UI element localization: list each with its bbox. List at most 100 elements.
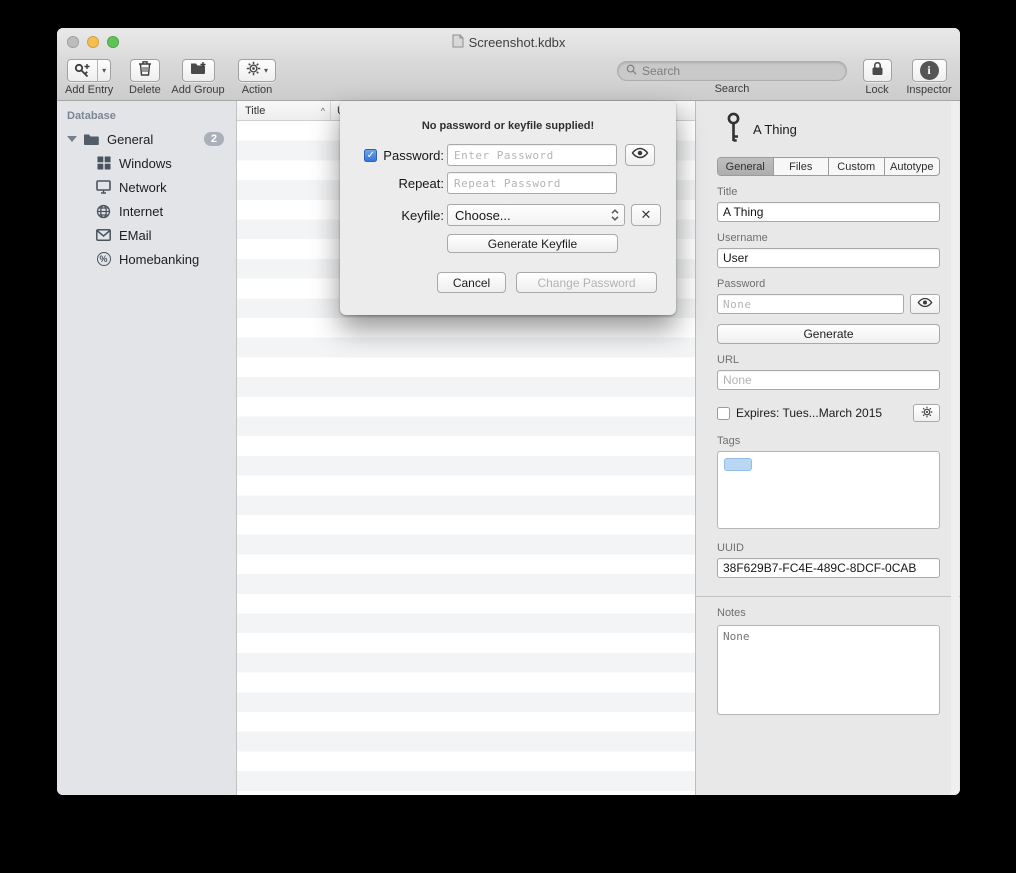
expires-checkbox[interactable] <box>717 407 730 420</box>
key-icon <box>725 112 742 147</box>
search-icon <box>626 62 637 80</box>
generate-keyfile-button[interactable]: Generate Keyfile <box>447 234 618 253</box>
app-window: Screenshot.kdbx ▾ Add Entry Delete <box>57 28 960 795</box>
tab-general[interactable]: General <box>718 158 774 175</box>
search-label: Search <box>715 83 750 95</box>
reveal-password-button[interactable] <box>910 294 940 314</box>
sidebar-section-header: Database <box>57 101 236 127</box>
add-entry-dropdown[interactable]: ▾ <box>97 60 110 81</box>
action-button[interactable]: ▾ <box>238 59 276 82</box>
add-entry-button[interactable]: ▾ <box>67 59 111 82</box>
password-field[interactable] <box>717 294 904 314</box>
gear-icon <box>921 406 933 421</box>
dialog-message: No password or keyfile supplied! <box>340 101 676 132</box>
generate-password-button[interactable]: Generate <box>717 324 940 344</box>
monitor-icon <box>95 179 112 196</box>
inspector-scrollbar[interactable] <box>951 101 959 795</box>
url-field-label: URL <box>717 354 940 366</box>
folder-plus-icon <box>190 61 207 80</box>
toolbar-item-inspector: i Inspector <box>902 59 956 96</box>
sidebar-item-network[interactable]: Network <box>57 175 236 199</box>
tab-files[interactable]: Files <box>774 158 830 175</box>
tag-token[interactable] <box>724 458 752 471</box>
add-group-button[interactable] <box>182 59 215 82</box>
globe-icon <box>95 203 112 220</box>
eye-icon <box>917 297 933 311</box>
change-password-sheet: No password or keyfile supplied! ✓ Passw… <box>340 101 676 315</box>
keyfile-label: Keyfile: <box>401 208 444 223</box>
sidebar: Database General 2 Windows Network <box>57 101 237 795</box>
sidebar-item-label: Network <box>119 180 167 195</box>
folder-icon <box>83 131 100 148</box>
repeat-row: Repeat: <box>340 171 676 195</box>
toolbar-item-action: ▾ Action <box>235 59 279 96</box>
lock-label: Lock <box>865 84 888 96</box>
add-entry-label: Add Entry <box>65 84 113 96</box>
sidebar-item-internet[interactable]: Internet <box>57 199 236 223</box>
lock-button[interactable] <box>863 59 892 82</box>
close-button[interactable] <box>67 36 79 48</box>
sidebar-item-general[interactable]: General 2 <box>57 127 236 151</box>
tab-custom[interactable]: Custom <box>829 158 885 175</box>
column-header-title[interactable]: Title ^ <box>237 101 331 120</box>
title-field-label: Title <box>717 186 940 198</box>
sidebar-item-email[interactable]: EMail <box>57 223 236 247</box>
username-field[interactable] <box>717 248 940 268</box>
password-label: Password: <box>383 148 444 163</box>
sidebar-item-label: General <box>107 132 153 147</box>
tags-field[interactable] <box>717 451 940 529</box>
percent-coin-icon: % <box>95 251 112 268</box>
url-field[interactable] <box>717 370 940 390</box>
expires-label: Expires: Tues...March 2015 <box>736 406 882 420</box>
search-placeholder: Search <box>642 64 680 78</box>
toolbar-item-delete: Delete <box>129 59 161 96</box>
add-group-label: Add Group <box>171 84 224 96</box>
titlebar: Screenshot.kdbx <box>57 28 960 57</box>
title-field[interactable] <box>717 202 940 222</box>
key-plus-icon <box>68 60 97 81</box>
desktop: { "window": { "title": "Screenshot.kdbx"… <box>0 0 1016 873</box>
info-icon: i <box>920 61 939 80</box>
entry-title: A Thing <box>753 122 797 137</box>
toolbar-item-add-entry: ▾ Add Entry <box>65 59 113 96</box>
zoom-button[interactable] <box>107 36 119 48</box>
delete-button[interactable] <box>130 59 160 82</box>
reveal-password-button[interactable] <box>625 144 655 166</box>
notes-field[interactable] <box>717 625 940 715</box>
mail-icon <box>95 227 112 244</box>
sidebar-item-homebanking[interactable]: % Homebanking <box>57 247 236 271</box>
uuid-field[interactable] <box>717 558 940 578</box>
gear-icon <box>246 61 261 81</box>
window-title-group: Screenshot.kdbx <box>452 34 566 51</box>
repeat-password-input[interactable] <box>447 172 617 194</box>
minimize-button[interactable] <box>87 36 99 48</box>
enter-password-input[interactable] <box>447 144 617 166</box>
inspector-panel: A Thing General Files Custom Autotype Ti… <box>695 101 960 795</box>
expires-settings-button[interactable] <box>913 404 940 422</box>
inspector-divider <box>696 596 960 597</box>
inspector-tabs: General Files Custom Autotype <box>717 157 940 176</box>
expires-row: Expires: Tues...March 2015 <box>717 404 940 422</box>
search-input[interactable]: Search <box>617 61 847 81</box>
cancel-button[interactable]: Cancel <box>437 272 506 293</box>
sidebar-item-label: Homebanking <box>119 252 199 267</box>
inspector-label: Inspector <box>906 84 951 96</box>
keyfile-selected-value: Choose... <box>455 208 511 223</box>
lock-icon <box>871 61 884 81</box>
toolbar-item-add-group: Add Group <box>167 59 229 96</box>
inspector-button[interactable]: i <box>912 59 947 82</box>
change-password-button[interactable]: Change Password <box>516 272 657 293</box>
tab-autotype[interactable]: Autotype <box>885 158 940 175</box>
eye-icon <box>631 146 649 164</box>
window-title: Screenshot.kdbx <box>469 35 566 50</box>
username-field-label: Username <box>717 232 940 244</box>
document-icon <box>452 34 464 51</box>
keyfile-select[interactable]: Choose... <box>447 204 625 226</box>
disclosure-triangle-icon[interactable] <box>67 136 77 142</box>
password-checkbox[interactable]: ✓ <box>364 149 377 162</box>
close-icon: ✕ <box>641 207 652 223</box>
password-row: ✓ Password: <box>340 143 676 167</box>
clear-keyfile-button[interactable]: ✕ <box>631 204 661 226</box>
sidebar-item-label: Internet <box>119 204 163 219</box>
sidebar-item-windows[interactable]: Windows <box>57 151 236 175</box>
